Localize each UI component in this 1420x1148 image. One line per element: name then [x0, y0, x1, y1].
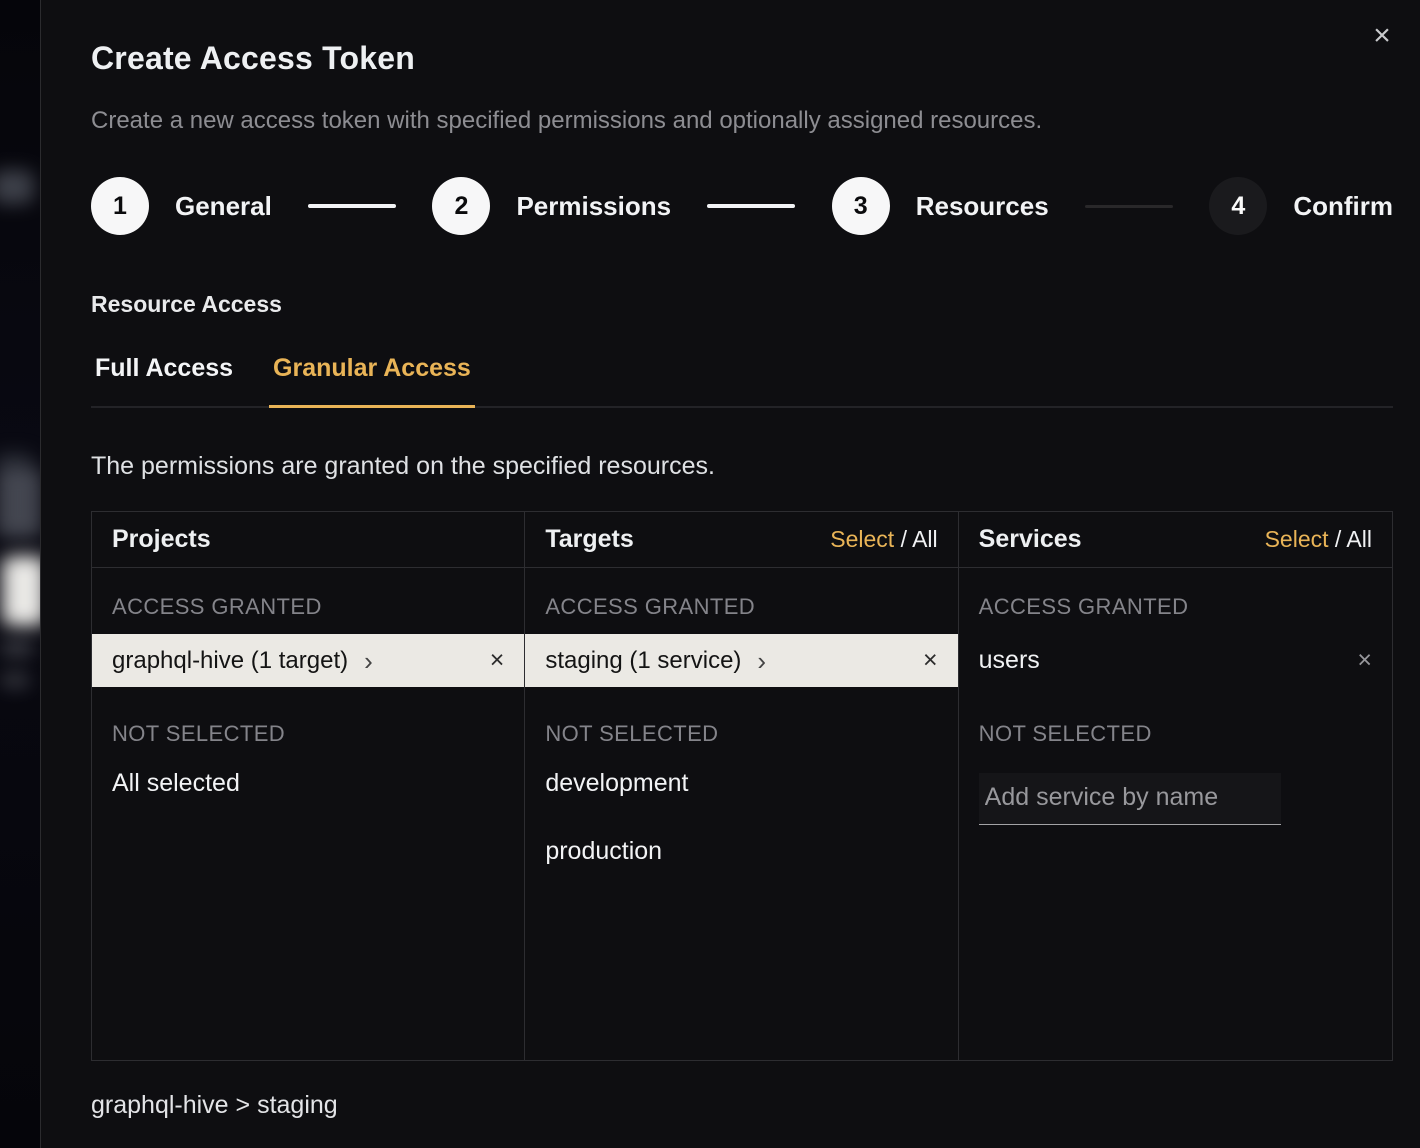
close-icon: ×	[1373, 19, 1391, 52]
targets-column-header: Targets Select / All	[525, 512, 957, 568]
resource-table: Projects ACCESS GRANTED graphql-hive (1 …	[91, 511, 1393, 1061]
step-permissions: 2 Permissions	[432, 177, 671, 235]
projects-column-header: Projects	[92, 512, 524, 568]
background-blur-shape	[0, 468, 40, 538]
remove-service-icon[interactable]: ×	[1357, 646, 1372, 675]
step-connector	[308, 204, 396, 208]
step-4-label: Confirm	[1293, 191, 1393, 222]
selected-project-row[interactable]: graphql-hive (1 target) › ×	[92, 634, 524, 687]
not-selected-label: NOT SELECTED	[525, 687, 957, 761]
selected-target-row[interactable]: staging (1 service) › ×	[525, 634, 957, 687]
background-blur-shape	[2, 556, 40, 626]
tab-full-access[interactable]: Full Access	[91, 350, 237, 408]
targets-column: Targets Select / All ACCESS GRANTED stag…	[525, 512, 958, 1060]
not-selected-label: NOT SELECTED	[959, 687, 1392, 761]
projects-column: Projects ACCESS GRANTED graphql-hive (1 …	[92, 512, 525, 1060]
background-blur-shape	[0, 672, 30, 688]
services-column-header: Services Select / All	[959, 512, 1392, 568]
create-access-token-modal: × Create Access Token Create a new acces…	[40, 0, 1420, 1148]
step-connector	[1085, 205, 1173, 208]
breadcrumb: graphql-hive > staging	[91, 1091, 1392, 1120]
stepper: 1 General 2 Permissions 3 Resources 4 Co…	[91, 177, 1393, 235]
step-connector	[707, 204, 795, 208]
targets-select-link[interactable]: Select	[830, 526, 894, 552]
remove-target-icon[interactable]: ×	[923, 646, 938, 675]
close-button[interactable]: ×	[1360, 14, 1404, 58]
granted-service-label: users	[979, 646, 1040, 675]
background-blur-shape	[0, 170, 34, 204]
selected-project-label: graphql-hive (1 target)	[112, 647, 348, 675]
modal-title: Create Access Token	[91, 40, 1392, 77]
step-1-label: General	[175, 191, 272, 222]
target-option-production[interactable]: production	[525, 829, 957, 875]
step-3-circle: 3	[832, 177, 890, 235]
step-2-circle: 2	[432, 177, 490, 235]
step-confirm: 4 Confirm	[1209, 177, 1393, 235]
access-granted-label: ACCESS GRANTED	[959, 568, 1392, 634]
background-page	[0, 0, 40, 1148]
remove-project-icon[interactable]: ×	[490, 646, 505, 675]
access-granted-label: ACCESS GRANTED	[92, 568, 524, 634]
add-service-input[interactable]	[979, 773, 1281, 825]
background-blur-shape	[0, 640, 34, 656]
granted-service-row: users ×	[959, 634, 1392, 687]
services-column-title: Services	[979, 525, 1082, 554]
step-1-circle: 1	[91, 177, 149, 235]
step-4-circle: 4	[1209, 177, 1267, 235]
permissions-description: The permissions are granted on the speci…	[91, 452, 1392, 481]
targets-column-title: Targets	[545, 525, 633, 554]
projects-all-selected-note: All selected	[92, 761, 524, 807]
targets-all-link[interactable]: / All	[901, 526, 938, 552]
step-3-label: Resources	[916, 191, 1049, 222]
resource-access-heading: Resource Access	[91, 291, 1392, 318]
services-select-links: Select / All	[1265, 526, 1372, 553]
step-2-label: Permissions	[516, 191, 671, 222]
target-option-development[interactable]: development	[525, 761, 957, 807]
step-general: 1 General	[91, 177, 272, 235]
targets-select-links: Select / All	[830, 526, 937, 553]
step-resources: 3 Resources	[832, 177, 1049, 235]
modal-subtitle: Create a new access token with specified…	[91, 107, 1392, 135]
selected-target-label: staging (1 service)	[545, 647, 741, 675]
tab-granular-access[interactable]: Granular Access	[269, 350, 475, 408]
services-all-link[interactable]: / All	[1335, 526, 1372, 552]
chevron-right-icon: ›	[364, 648, 373, 674]
chevron-right-icon: ›	[757, 648, 766, 674]
services-column: Services Select / All ACCESS GRANTED use…	[959, 512, 1392, 1060]
access-granted-label: ACCESS GRANTED	[525, 568, 957, 634]
not-selected-label: NOT SELECTED	[92, 687, 524, 761]
projects-column-title: Projects	[112, 525, 211, 554]
services-select-link[interactable]: Select	[1265, 526, 1329, 552]
resource-access-tabs: Full Access Granular Access	[91, 350, 1393, 408]
